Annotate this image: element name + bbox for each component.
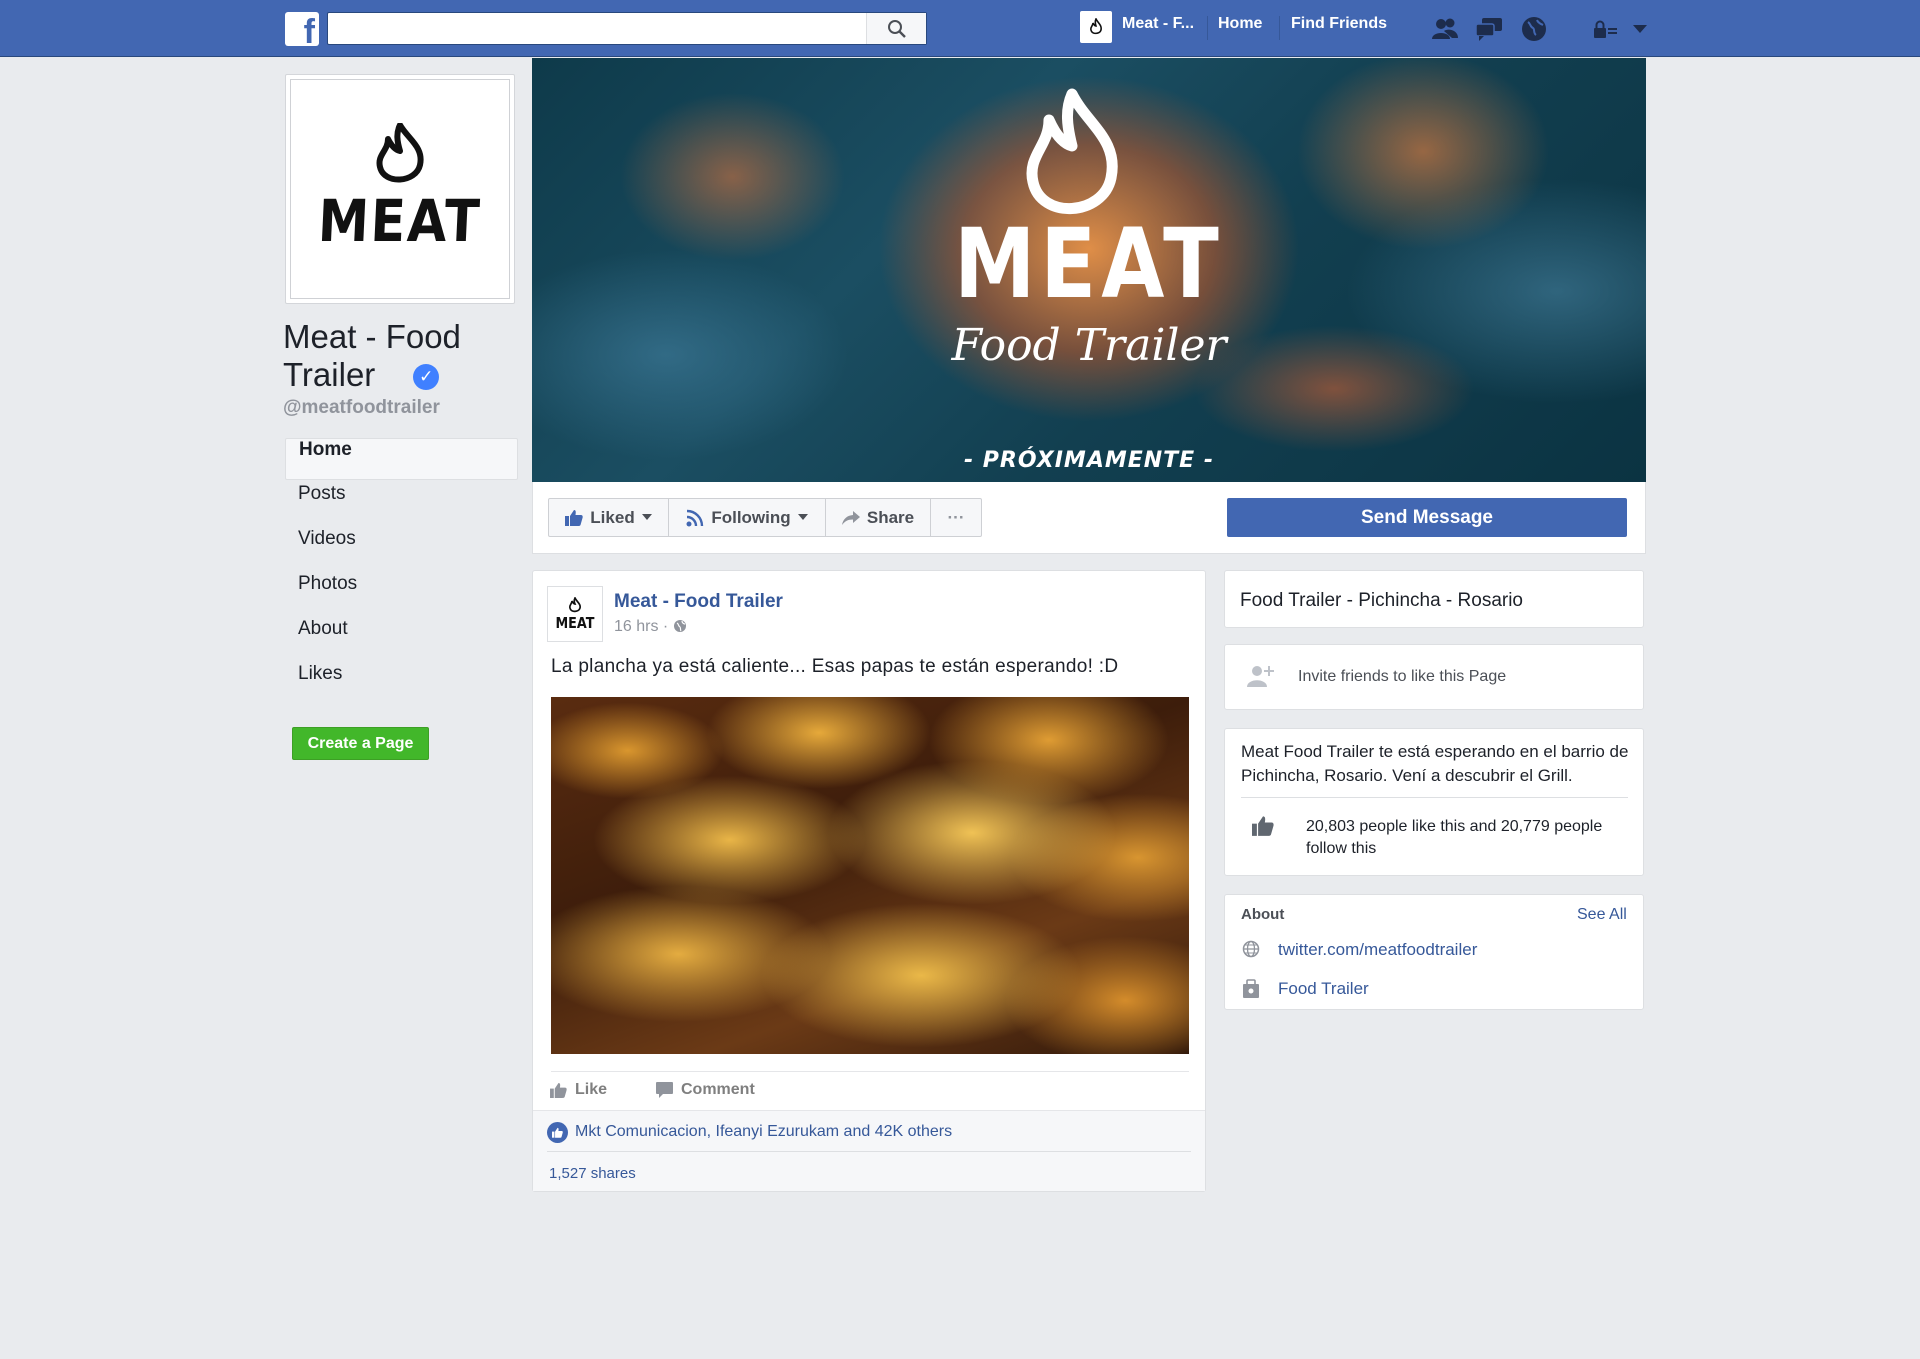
comment-label: Comment <box>681 1081 755 1098</box>
divider <box>547 1151 1191 1152</box>
account-menu-chevron-down-icon[interactable] <box>1625 14 1655 44</box>
shares-count-link[interactable]: 1,527 shares <box>549 1165 636 1182</box>
twitter-link[interactable]: twitter.com/meatfoodtrailer <box>1278 940 1477 960</box>
flame-icon <box>1026 88 1118 214</box>
nav-item-videos[interactable]: Videos <box>285 528 518 570</box>
nav-item-about[interactable]: About <box>285 618 518 660</box>
add-friend-icon <box>1246 664 1276 693</box>
post-photo-potatoes[interactable] <box>551 697 1189 1054</box>
following-label: Following <box>711 507 791 527</box>
invite-friends-link[interactable]: Invite friends to like this Page <box>1298 668 1506 686</box>
about-heading: About <box>1241 906 1285 923</box>
notifications-globe-icon[interactable] <box>1519 14 1549 44</box>
share-button[interactable]: Share <box>825 498 931 537</box>
nav-item-likes[interactable]: Likes <box>285 663 518 705</box>
profile-picture[interactable]: MEAT <box>285 74 515 304</box>
chevron-down-icon <box>641 514 652 520</box>
cover-coming-soon: - PRÓXIMAMENTE - <box>964 448 1214 473</box>
divider <box>551 1071 1189 1072</box>
verified-badge-icon: ✓ <box>413 364 440 391</box>
thumbs-up-icon <box>550 1082 567 1098</box>
page-category-text: Food Trailer - Pichincha - Rosario <box>1240 590 1523 611</box>
flame-icon <box>376 123 424 183</box>
nav-item-photos[interactable]: Photos <box>285 573 518 615</box>
post-message: La plancha ya está caliente... Esas papa… <box>551 656 1119 677</box>
share-label: Share <box>866 507 915 527</box>
home-link[interactable]: Home <box>1218 15 1262 33</box>
post-author-name[interactable]: Meat - Food Trailer <box>614 591 783 613</box>
post-author-avatar[interactable]: MEAT <box>547 586 603 642</box>
category-tag-icon <box>1242 979 1260 1004</box>
post-time-text: 16 hrs · <box>614 618 673 635</box>
thumbs-up-icon <box>1252 815 1274 841</box>
website-globe-icon <box>1242 940 1260 963</box>
public-globe-icon <box>673 620 686 632</box>
friend-requests-icon[interactable] <box>1430 14 1460 44</box>
cover-title: MEAT <box>954 208 1224 320</box>
privacy-shortcuts-icon[interactable] <box>1590 14 1620 44</box>
liked-button[interactable]: Liked <box>548 498 669 537</box>
like-button[interactable]: Like <box>550 1081 607 1099</box>
liked-label: Liked <box>590 507 635 527</box>
divider <box>1241 797 1628 798</box>
profile-logo: MEAT <box>290 79 510 299</box>
page-description: Meat Food Trailer te está esperando en e… <box>1241 742 1629 785</box>
create-page-button[interactable]: Create a Page <box>292 727 429 760</box>
send-message-button[interactable]: Send Message <box>1227 498 1627 537</box>
cover-photo[interactable]: MEAT Food Trailer - PRÓXIMAMENTE - <box>532 58 1646 482</box>
likes-summary-link[interactable]: Mkt Comunicacion, Ifeanyi Ezurukam and 4… <box>575 1123 952 1141</box>
comment-button[interactable]: Comment <box>656 1081 755 1099</box>
more-options-button[interactable]: ··· <box>930 498 982 537</box>
avatar-logo-text: MEAT <box>555 613 595 632</box>
thumbs-up-icon <box>565 510 583 526</box>
chevron-down-icon <box>797 514 808 520</box>
page-shortcut-avatar[interactable] <box>1080 11 1112 43</box>
like-label: Like <box>575 1081 608 1098</box>
divider <box>1207 16 1208 40</box>
see-all-link[interactable]: See All <box>1577 906 1627 924</box>
page-shortcut-link[interactable]: Meat - F... <box>1122 15 1194 33</box>
search-button[interactable] <box>866 13 926 44</box>
search-box <box>327 12 927 45</box>
flame-icon <box>568 596 581 612</box>
divider <box>1279 16 1280 40</box>
search-input[interactable] <box>328 13 868 44</box>
page-username[interactable]: @meatfoodtrailer <box>283 397 440 419</box>
profile-logo-text: MEAT <box>316 187 484 255</box>
page-likes-count: 20,803 people like this and 20,779 peopl… <box>1306 818 1603 857</box>
cover-subtitle: Food Trailer <box>951 320 1227 371</box>
comment-bubble-icon <box>656 1082 673 1098</box>
find-friends-link[interactable]: Find Friends <box>1291 15 1387 33</box>
share-arrow-icon <box>841 510 860 525</box>
flame-icon <box>1090 18 1102 35</box>
following-button[interactable]: Following <box>668 498 826 537</box>
like-reaction-icon <box>547 1122 568 1143</box>
post-timestamp[interactable]: 16 hrs · <box>614 618 687 636</box>
facebook-logo-icon[interactable]: f <box>285 12 319 46</box>
messages-icon[interactable] <box>1474 14 1504 44</box>
search-icon <box>887 19 906 38</box>
nav-item-home[interactable]: Home <box>285 438 518 480</box>
nav-item-posts[interactable]: Posts <box>285 483 518 525</box>
page-title[interactable]: Meat - Food Trailer ✓ <box>283 318 523 394</box>
category-link[interactable]: Food Trailer <box>1278 979 1369 999</box>
rss-feed-icon <box>686 509 704 526</box>
